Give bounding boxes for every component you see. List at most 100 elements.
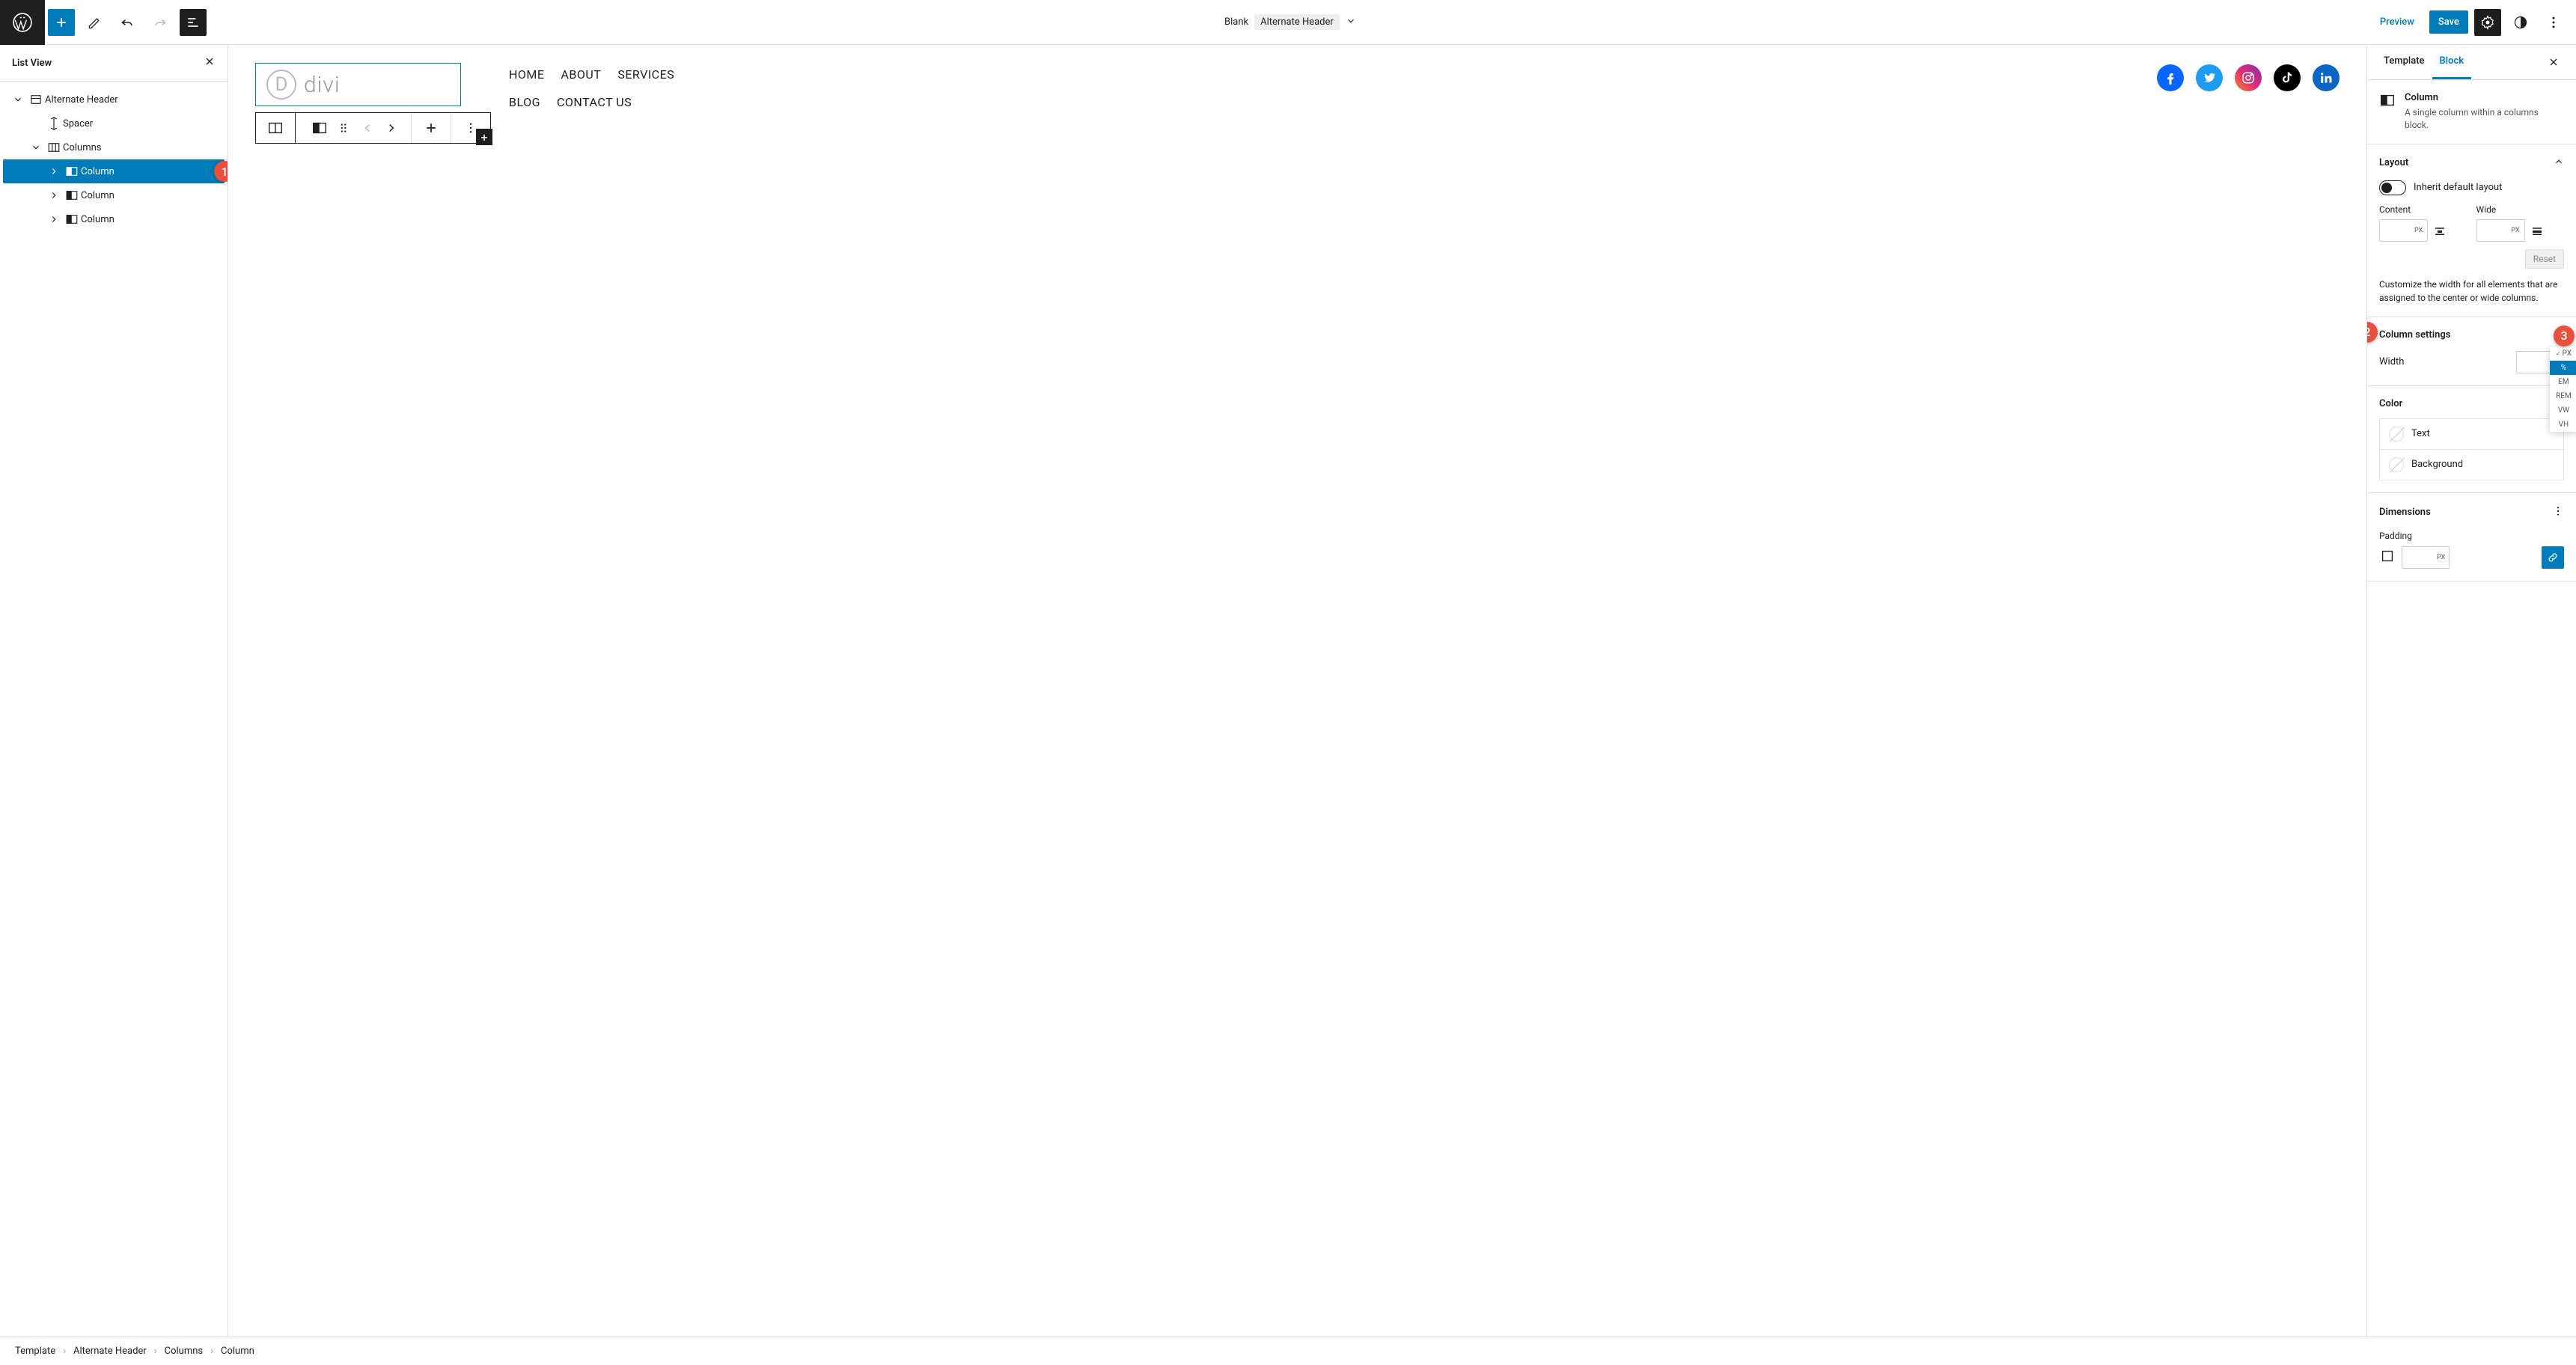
nav-link[interactable]: SERVICES (617, 67, 674, 82)
unit-option-vh[interactable]: VH (2550, 418, 2576, 432)
unit-option-percent[interactable]: % (2550, 361, 2576, 375)
unit-option-em[interactable]: EM (2550, 375, 2576, 389)
padding-label: Padding (2379, 531, 2412, 541)
link-sides-button[interactable] (2542, 546, 2564, 569)
inherit-layout-label: Inherit default layout (2414, 182, 2502, 193)
tree-item-alternate-header[interactable]: Alternate Header (3, 88, 225, 112)
inspector-panel: Template Block Column A single column wi… (2366, 45, 2576, 1337)
linkedin-icon[interactable] (2313, 64, 2340, 91)
selected-column-logo[interactable]: D divi + (255, 63, 461, 106)
list-view-toggle[interactable] (180, 9, 207, 36)
add-block-button[interactable] (48, 9, 75, 36)
content-width-input[interactable]: PX (2379, 219, 2428, 242)
tree-item-column[interactable]: Column (3, 183, 225, 207)
unit-option-px[interactable]: PX (2550, 346, 2576, 361)
template-dropdown-caret[interactable] (1346, 16, 1356, 29)
block-tree: Alternate Header Spacer Columns Column 1 (0, 82, 228, 1337)
preview-button[interactable]: Preview (2371, 10, 2423, 34)
column-icon (63, 213, 81, 226)
tree-item-columns[interactable]: Columns (3, 135, 225, 159)
twitter-icon[interactable] (2196, 64, 2223, 91)
unit-option-vw[interactable]: VW (2550, 403, 2576, 418)
wide-width-input[interactable]: PX (2476, 219, 2525, 242)
wide-align-icon[interactable] (2528, 219, 2546, 242)
nav-link[interactable]: BLOG (509, 95, 540, 109)
tree-item-column-selected[interactable]: Column 1 (3, 159, 225, 183)
padding-sides-icon[interactable] (2379, 548, 2396, 567)
spacer-icon (45, 117, 63, 130)
tab-template[interactable]: Template (2376, 45, 2432, 79)
tree-item-spacer[interactable]: Spacer (3, 112, 225, 135)
tree-label: Column (81, 190, 225, 201)
redo-button[interactable] (147, 9, 174, 36)
settings-button[interactable] (2474, 9, 2501, 36)
background-color-control[interactable]: Background (2379, 450, 2564, 480)
logo-text: divi (304, 72, 341, 98)
collapse-icon[interactable] (2554, 156, 2564, 170)
color-swatch-empty (2389, 457, 2404, 472)
column-icon (63, 189, 81, 202)
chevron-right-icon[interactable] (45, 166, 63, 177)
styles-button[interactable] (2507, 9, 2534, 36)
nav-link[interactable]: HOME (509, 67, 544, 82)
reset-button[interactable]: Reset (2525, 249, 2564, 269)
close-list-view-button[interactable] (204, 55, 216, 70)
columns-icon (45, 141, 63, 154)
annotation-marker-1: 1 (214, 161, 228, 182)
logo-mark: D (266, 70, 296, 100)
instagram-icon[interactable] (2235, 64, 2262, 91)
nav-link[interactable]: CONTACT US (557, 95, 632, 109)
unit-option-rem[interactable]: REM (2550, 389, 2576, 403)
edit-mode-button[interactable] (81, 9, 108, 36)
facebook-icon[interactable] (2157, 64, 2184, 91)
save-button[interactable]: Save (2429, 10, 2468, 34)
chevron-down-icon[interactable] (27, 142, 45, 153)
annotation-marker-2: 2 (2366, 322, 2378, 343)
color-swatch-empty (2389, 427, 2404, 442)
breadcrumb-item[interactable]: Columns (165, 1346, 204, 1357)
undo-button[interactable] (114, 9, 141, 36)
layout-icon (27, 93, 45, 106)
add-inside-button[interactable] (422, 119, 440, 137)
drag-handle-icon[interactable] (335, 119, 352, 137)
chevron-down-icon[interactable] (9, 94, 27, 105)
breadcrumb: Template› Alternate Header› Columns› Col… (0, 1337, 2576, 1365)
tiktok-icon[interactable] (2274, 64, 2301, 91)
column-icon (63, 165, 81, 178)
tab-block[interactable]: Block (2432, 45, 2472, 79)
text-color-control[interactable]: Text (2379, 418, 2564, 450)
social-column[interactable] (2157, 63, 2340, 91)
tree-label: Columns (63, 142, 225, 153)
wordpress-logo[interactable] (0, 0, 45, 45)
breadcrumb-item[interactable]: Alternate Header (73, 1346, 147, 1357)
block-description: A single column within a columns block. (2405, 106, 2564, 132)
move-right-button[interactable] (382, 119, 400, 137)
tree-label: Column (81, 214, 225, 225)
tree-item-column[interactable]: Column (3, 207, 225, 231)
breadcrumb-item[interactable]: Column (221, 1346, 254, 1357)
append-block-button[interactable]: + (476, 129, 492, 145)
close-inspector-button[interactable] (2540, 45, 2567, 79)
list-view-panel: List View Alternate Header Spacer Column… (0, 45, 228, 1337)
chevron-right-icon[interactable] (45, 190, 63, 201)
dimensions-section-title: Dimensions (2379, 507, 2431, 518)
nav-column[interactable]: HOME ABOUT SERVICES BLOG CONTACT US (509, 63, 674, 109)
unit-dropdown-menu: PX % EM REM VW VH (2550, 346, 2576, 432)
content-align-icon[interactable] (2431, 219, 2449, 242)
inherit-layout-toggle[interactable] (2379, 180, 2406, 195)
tree-label: Alternate Header (45, 94, 225, 106)
breadcrumb-item[interactable]: Template (15, 1346, 55, 1357)
width-label: Width (2379, 356, 2404, 367)
more-options-button[interactable] (2540, 9, 2567, 36)
block-toolbar (255, 112, 491, 144)
block-name: Column (2405, 92, 2564, 103)
padding-input[interactable]: PX (2402, 546, 2450, 569)
move-left-button (358, 119, 376, 137)
parent-columns-icon[interactable] (311, 119, 329, 137)
layout-section-title: Layout (2379, 157, 2408, 168)
nav-link[interactable]: ABOUT (561, 67, 601, 82)
dimensions-options[interactable] (2552, 505, 2564, 520)
column-type-icon[interactable] (266, 119, 284, 137)
chevron-right-icon[interactable] (45, 214, 63, 225)
template-name-badge[interactable]: Alternate Header (1254, 14, 1340, 30)
